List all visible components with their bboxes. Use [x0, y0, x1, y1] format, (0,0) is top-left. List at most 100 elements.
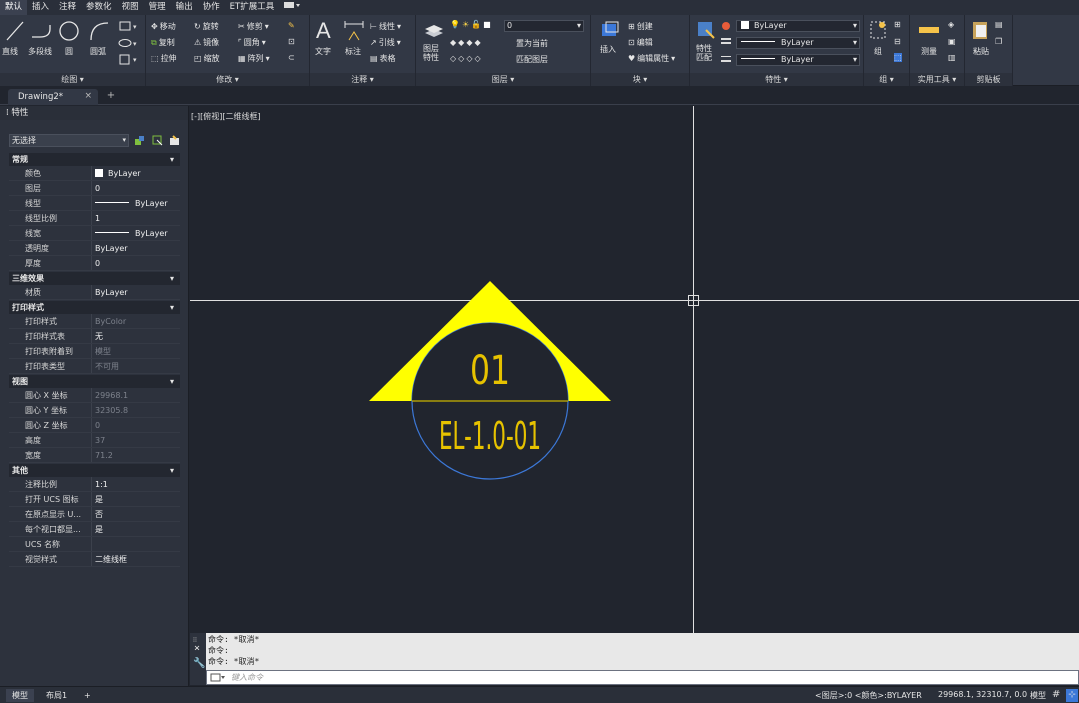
copy-clip-button[interactable]: ❐ — [995, 37, 1002, 46]
layer-tool-icon[interactable]: ◆ — [466, 38, 472, 47]
groups-panel-title[interactable]: 组 ▾ — [864, 73, 909, 86]
paste-button[interactable]: 粘贴 — [973, 46, 989, 57]
quick-select-palette-icon[interactable] — [169, 135, 180, 146]
scale-button[interactable]: ◰ 缩放 — [194, 53, 220, 64]
explode-button[interactable]: ⊡ — [288, 37, 295, 46]
layer-tool-icon[interactable]: ◇ — [474, 54, 480, 63]
set-current-button[interactable]: 置为当前 — [516, 38, 548, 49]
property-row[interactable]: 线型 ByLayer — [9, 196, 180, 211]
property-row[interactable]: 打印表附着到 模型 — [9, 344, 180, 359]
create-block-button[interactable]: ⊞ 创建 — [628, 21, 653, 32]
grid-icon[interactable]: # — [1052, 689, 1060, 700]
tab-annotate[interactable]: 注释 — [54, 0, 81, 15]
model-space-button[interactable]: 模型 — [1030, 690, 1046, 701]
linetype-dropdown[interactable]: ByLayer ▾ — [736, 37, 860, 49]
toggle-pickadd-icon[interactable] — [134, 135, 145, 146]
offset-button[interactable]: ⊂ — [288, 53, 295, 62]
document-tab[interactable]: Drawing2* × — [8, 89, 98, 105]
tab-parametric[interactable]: 参数化 — [81, 0, 117, 15]
drawing-canvas[interactable]: [-][俯视][二维线框] 01 EL-1.0-01 — [190, 106, 1079, 633]
layer-tool-icon[interactable]: ◆ — [450, 38, 456, 47]
linear-dim-button[interactable]: ⊢ 线性 ▾ — [370, 21, 401, 32]
cut-button[interactable]: ▤ — [995, 20, 1003, 29]
property-row[interactable]: 在原点显示 U... 否 — [9, 507, 180, 522]
property-row[interactable]: 材质 ByLayer — [9, 285, 180, 300]
layer-tool-icon[interactable]: ◆ — [474, 38, 480, 47]
group-tool-button[interactable]: ⊞ — [894, 20, 901, 29]
new-document-button[interactable]: + — [104, 89, 118, 103]
table-button[interactable]: ▤ 表格 — [370, 53, 396, 64]
insert-button[interactable]: 插入 — [600, 44, 616, 55]
properties-panel-title[interactable]: 特性 ▾ — [690, 73, 863, 86]
palette-grip-icon[interactable]: ⁞ — [6, 108, 9, 118]
close-icon[interactable]: × — [194, 643, 200, 654]
line-button[interactable]: 直线 — [2, 46, 18, 57]
measure-button[interactable]: 测量 — [921, 46, 937, 57]
array-button[interactable]: ▦ 阵列 ▾ — [238, 53, 270, 64]
clipboard-panel-title[interactable]: 剪贴板 — [965, 73, 1012, 86]
layer-tool-icon[interactable]: ◇ — [458, 54, 464, 63]
command-input[interactable]: 键入命令 — [206, 670, 1079, 685]
property-row[interactable]: 打印样式 ByColor — [9, 314, 180, 329]
symbol-reference[interactable]: EL-1.0-01 — [439, 414, 541, 458]
layers-panel-title[interactable]: 图层 ▾ — [416, 73, 590, 86]
symbol-number[interactable]: 01 — [470, 348, 510, 394]
annotation-panel-title[interactable]: 注释 ▾ — [310, 73, 415, 86]
group-button[interactable]: 组 — [874, 46, 882, 57]
group-tool-button[interactable]: ⊟ — [894, 37, 901, 46]
property-row[interactable]: 透明度 ByLayer — [9, 241, 180, 256]
tab-model[interactable]: 模型 — [6, 689, 34, 702]
property-row[interactable]: 注释比例 1:1 — [9, 477, 180, 492]
close-icon[interactable]: × — [84, 91, 92, 101]
tab-overflow-button[interactable] — [279, 0, 305, 15]
calculator-button[interactable]: ▥ — [948, 53, 956, 62]
property-row[interactable]: 打印样式表无 — [9, 329, 180, 344]
match-properties-button[interactable]: 特性 匹配 — [696, 44, 712, 62]
tab-home[interactable]: 默认 — [0, 0, 28, 15]
tab-collaborate[interactable]: 协作 — [198, 0, 225, 15]
trim-button[interactable]: ✂ 修剪 ▾ — [238, 21, 269, 32]
polyline-button[interactable]: 多段线 — [28, 46, 52, 57]
move-button[interactable]: ✥ 移动 — [151, 21, 176, 32]
leader-button[interactable]: ↗ 引线 ▾ — [370, 37, 401, 48]
lineweight-dropdown[interactable]: ByLayer ▾ — [736, 54, 860, 66]
property-row[interactable]: 打印表类型 不可用 — [9, 359, 180, 374]
copy-button[interactable]: ⧉ 复制 — [151, 37, 175, 48]
property-row[interactable]: 高度 37 — [9, 433, 180, 448]
property-row[interactable]: 线宽 ByLayer — [9, 226, 180, 241]
match-layer-button[interactable]: 匹配图层 — [516, 54, 548, 65]
tab-view[interactable]: 视图 — [117, 0, 144, 15]
layer-dropdown[interactable]: 0 ▾ — [504, 20, 584, 32]
property-row[interactable]: 颜色 ByLayer — [9, 166, 180, 181]
mirror-button[interactable]: ⚠ 镜像 — [194, 37, 219, 48]
wrench-icon[interactable]: 🔧 — [193, 658, 205, 669]
draw-panel-title[interactable]: 绘图 ▾ — [0, 73, 145, 86]
layer-tool-icon[interactable]: ◆ — [458, 38, 464, 47]
modify-panel-title[interactable]: 修改 ▾ — [146, 73, 309, 86]
tab-output[interactable]: 输出 — [171, 0, 198, 15]
property-row[interactable]: 宽度 71.2 — [9, 448, 180, 463]
property-row[interactable]: 打开 UCS 图标是 — [9, 492, 180, 507]
property-row[interactable]: 圆心 X 坐标 29968.1 — [9, 388, 180, 403]
utilities-panel-title[interactable]: 实用工具 ▾ — [910, 73, 964, 86]
tab-et-tools[interactable]: ET扩展工具 — [225, 0, 280, 15]
add-layout-button[interactable]: + — [78, 689, 97, 702]
block-panel-title[interactable]: 块 ▾ — [591, 73, 689, 86]
property-row[interactable]: 图层 0 — [9, 181, 180, 196]
coordinate-readout[interactable]: 29968.1, 32310.7, 0.0 — [938, 690, 1027, 699]
property-row[interactable]: 厚度 0 — [9, 256, 180, 271]
tab-insert[interactable]: 插入 — [27, 0, 54, 15]
select-objects-icon[interactable] — [152, 135, 163, 146]
layer-tool-icon[interactable]: ◇ — [450, 54, 456, 63]
rotate-button[interactable]: ↻ 旋转 — [194, 21, 219, 32]
property-row[interactable]: UCS 名称 — [9, 537, 180, 552]
stretch-button[interactable]: ⬚ 拉伸 — [151, 53, 177, 64]
property-row[interactable]: 圆心 Y 坐标 32305.8 — [9, 403, 180, 418]
section-3d[interactable]: 三维效果 — [9, 272, 180, 285]
selection-dropdown[interactable]: 无选择 ▾ — [9, 134, 129, 147]
layer-tool-icon[interactable]: ◇ — [466, 54, 472, 63]
quick-select-button[interactable]: ◈ — [948, 20, 954, 29]
snap-icon[interactable]: ⊹ — [1066, 689, 1078, 702]
dimension-button[interactable]: 标注 — [345, 46, 361, 57]
property-row[interactable]: 圆心 Z 坐标 0 — [9, 418, 180, 433]
